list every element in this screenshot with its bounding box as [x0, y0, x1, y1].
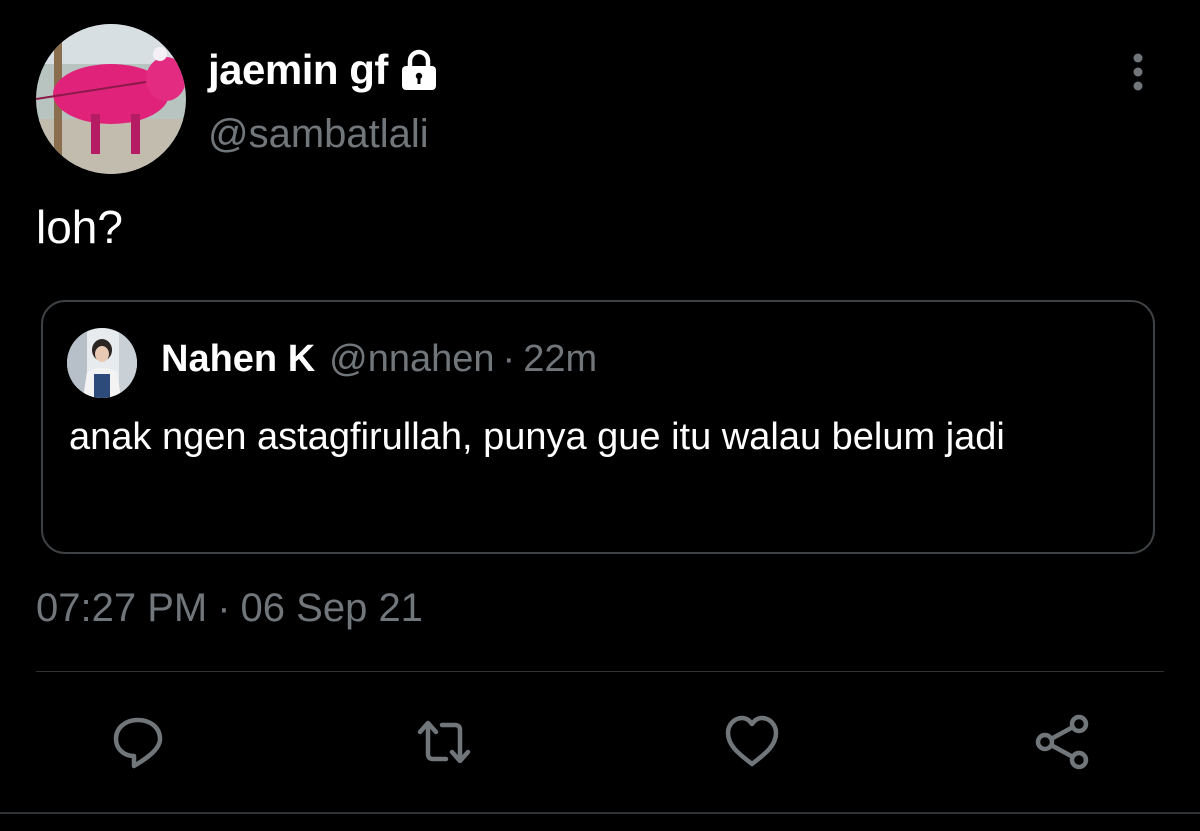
tweet-timestamp: 07:27 PM · 06 Sep 21	[36, 586, 423, 631]
timestamp-separator: ·	[217, 586, 231, 630]
tweet-detail: jaemin gf @sambatlali loh? Nahen K @nnah…	[0, 0, 1200, 831]
author-display-name[interactable]: jaemin gf	[208, 46, 388, 94]
quoted-tweet-text: anak ngen astagfirullah, punya gue itu w…	[69, 416, 1005, 458]
author-handle[interactable]: @sambatlali	[208, 112, 429, 157]
pink-sheep-avatar-image	[36, 24, 186, 174]
quoted-author-avatar[interactable]	[67, 328, 137, 398]
author-avatar[interactable]	[36, 24, 186, 174]
quoted-author-handle[interactable]: @nnahen	[329, 338, 494, 381]
reply-icon[interactable]	[108, 712, 168, 772]
quoted-tweet-card[interactable]: Nahen K @nnahen · 22m anak ngen astagfir…	[41, 300, 1155, 554]
tweet-date: 06 Sep 21	[240, 586, 423, 630]
retweet-icon[interactable]	[414, 712, 474, 772]
quoted-tweet-time: 22m	[523, 338, 598, 380]
more-options-icon[interactable]	[1120, 50, 1156, 94]
divider	[36, 671, 1164, 672]
share-icon[interactable]	[1032, 712, 1092, 772]
tweet-text: loh?	[36, 201, 123, 253]
header-separator: ·	[502, 338, 516, 380]
quoted-author-name[interactable]: Nahen K	[161, 338, 315, 381]
heart-icon[interactable]	[722, 712, 782, 772]
person-avatar-image	[67, 328, 137, 398]
author-name-row[interactable]: jaemin gf	[208, 42, 442, 98]
lock-icon	[401, 49, 436, 90]
tweet-time: 07:27 PM	[36, 586, 208, 630]
quoted-tweet-header: Nahen K @nnahen · 22m	[161, 338, 597, 381]
bottom-divider	[0, 812, 1200, 814]
